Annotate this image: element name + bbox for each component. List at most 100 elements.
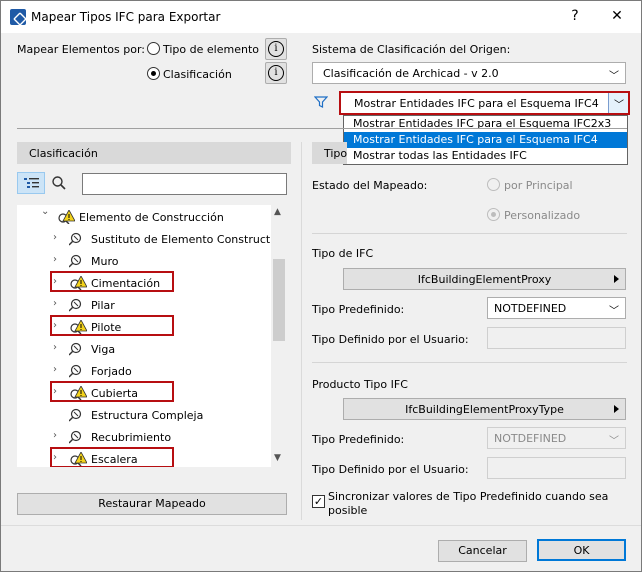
predefined-type-2-select[interactable]: NOTDEFINED ﹀ (487, 427, 626, 449)
tree-item[interactable]: › Pilar (17, 294, 271, 316)
user-defined-type-2-label: Tipo Definido por el Usuario: (312, 463, 469, 476)
chevron-down-icon[interactable]: ⌄ (41, 206, 49, 217)
radio-classification-label: Clasificación (163, 68, 232, 81)
triangle-right-icon (614, 405, 619, 413)
separator (312, 233, 627, 234)
chevron-right-icon[interactable]: › (53, 364, 57, 375)
close-button[interactable]: ✕ (607, 6, 627, 26)
cancel-button[interactable]: Cancelar (438, 540, 527, 562)
tree-item[interactable]: › Pilote (17, 315, 271, 338)
tree-item[interactable]: › Escalera (17, 447, 271, 467)
tree-item-label: Pilar (91, 299, 115, 312)
tree-item-label: Estructura Compleja (91, 409, 204, 422)
ok-button[interactable]: OK (537, 539, 626, 561)
user-defined-type-label: Tipo Definido por el Usuario: (312, 333, 469, 346)
tree-item[interactable]: › Cimentación (17, 271, 271, 294)
dropdown-option-all[interactable]: Mostrar todas las Entidades IFC (344, 148, 627, 164)
tree-item[interactable]: › Viga (17, 338, 271, 360)
scrollbar-thumb[interactable] (273, 259, 285, 341)
tree-item[interactable]: › Sustituto de Elemento Constructivo (17, 228, 286, 250)
info-button-element-type[interactable]: i (265, 38, 287, 60)
predefined-type-select[interactable]: NOTDEFINED ﹀ (487, 297, 626, 319)
tree-item-label: Forjado (91, 365, 132, 378)
ifc-type-value: IfcBuildingElementProxy (417, 273, 552, 286)
search-class-icon (68, 298, 85, 315)
predefined-type-2-value: NOTDEFINED (494, 432, 567, 445)
tree-scrollbar[interactable]: ▲ ▼ (271, 205, 287, 467)
chevron-right-icon[interactable]: › (53, 232, 57, 243)
radio-custom-label: Personalizado (504, 209, 581, 222)
tree-item-label: Elemento de Construcción (79, 211, 224, 224)
type-header-label: Tipo (324, 147, 348, 160)
chevron-right-icon[interactable]: › (53, 254, 57, 265)
restore-mapping-button[interactable]: Restaurar Mapeado (17, 493, 287, 515)
dialog-window: Mapear Tipos IFC para Exportar ? ✕ Mapea… (0, 0, 642, 572)
classification-panel-header: Clasificación (17, 142, 291, 164)
ifc-type-label: Tipo de IFC (312, 247, 374, 260)
tree-item[interactable]: › Forjado (17, 360, 271, 382)
product-type-label: Producto Tipo IFC (312, 378, 408, 391)
archicad-app-icon (10, 9, 26, 25)
schema-filter-value: Mostrar Entidades IFC para el Esquema IF… (354, 97, 599, 110)
tree-item[interactable]: ›Estructura Compleja (17, 404, 271, 426)
separator (17, 128, 627, 129)
dropdown-option-ifc2x3[interactable]: Mostrar Entidades IFC para el Esquema IF… (344, 116, 627, 132)
info-button-classification[interactable]: i (265, 62, 287, 84)
highlight-frame (50, 447, 174, 467)
tree-item-label: Viga (91, 343, 116, 356)
window-title: Mapear Tipos IFC para Exportar (31, 10, 221, 24)
search-class-icon (68, 232, 85, 249)
separator (312, 362, 627, 363)
user-defined-type-input[interactable] (487, 327, 626, 349)
scroll-up-icon[interactable]: ▲ (274, 207, 281, 217)
search-class-icon (68, 364, 85, 381)
chevron-down-icon: ﹀ (609, 436, 619, 447)
predefined-type-2-label: Tipo Predefinido: (312, 433, 405, 446)
radio-custom[interactable] (487, 208, 500, 221)
radio-classification[interactable] (147, 67, 160, 80)
mapping-state-label: Estado del Mapeado: (312, 179, 428, 192)
tree-item[interactable]: › Cubierta (17, 381, 271, 404)
radio-element-type[interactable] (147, 42, 160, 55)
chevron-down-icon: ﹀ (614, 100, 624, 111)
tree-view-toggle[interactable] (17, 172, 45, 194)
tree-item[interactable]: ⌄ Elemento de Construcción (17, 206, 271, 228)
tree-item-label: Muro (91, 255, 119, 268)
search-icon[interactable] (51, 175, 67, 191)
tree-item[interactable]: › Muro (17, 250, 271, 272)
ifc-type-button[interactable]: IfcBuildingElementProxy (343, 268, 626, 290)
tree-item[interactable]: › Recubrimiento (17, 426, 271, 448)
highlight-frame (50, 271, 174, 292)
classification-search-input[interactable] (82, 173, 287, 195)
origin-system-value: Clasificación de Archicad - v 2.0 (323, 67, 499, 80)
highlight-frame (50, 315, 174, 336)
radio-by-parent[interactable] (487, 178, 500, 191)
chevron-right-icon[interactable]: › (53, 342, 57, 353)
triangle-right-icon (614, 275, 619, 283)
panel-divider (301, 142, 302, 520)
search-class-icon (68, 430, 85, 447)
sync-checkbox[interactable]: ✓ (312, 495, 325, 508)
separator (1, 525, 641, 526)
origin-system-label: Sistema de Clasificación del Origen: (312, 43, 511, 56)
schema-filter-dropdown: Mostrar Entidades IFC para el Esquema IF… (343, 115, 628, 165)
radio-element-type-label: Tipo de elemento (163, 43, 259, 56)
schema-filter-select[interactable]: Mostrar Entidades IFC para el Esquema IF… (339, 91, 630, 115)
map-by-label: Mapear Elementos por: (17, 43, 145, 56)
chevron-right-icon[interactable]: › (53, 430, 57, 441)
tree-item-label: Sustituto de Elemento Constructivo (91, 233, 287, 246)
product-type-button[interactable]: IfcBuildingElementProxyType (343, 398, 626, 420)
chevron-right-icon[interactable]: › (53, 298, 57, 309)
dropdown-option-ifc4[interactable]: Mostrar Entidades IFC para el Esquema IF… (344, 132, 627, 148)
origin-system-select[interactable]: Clasificación de Archicad - v 2.0 ﹀ (312, 62, 626, 84)
schema-filter-toggle[interactable]: ﹀ (608, 93, 628, 113)
warning-icon (57, 209, 76, 227)
scroll-down-icon[interactable]: ▼ (274, 453, 281, 463)
help-button[interactable]: ? (565, 6, 585, 26)
predefined-type-value: NOTDEFINED (494, 302, 567, 315)
sync-label-line1: Sincronizar valores de Tipo Predefinido … (328, 490, 609, 503)
user-defined-type-2-input[interactable] (487, 457, 626, 479)
title-bar: Mapear Tipos IFC para Exportar ? ✕ (1, 1, 641, 33)
classification-tree: ⌄ Elemento de Construcción › Sustituto de E… (17, 205, 287, 467)
product-type-value: IfcBuildingElementProxyType (405, 403, 564, 416)
